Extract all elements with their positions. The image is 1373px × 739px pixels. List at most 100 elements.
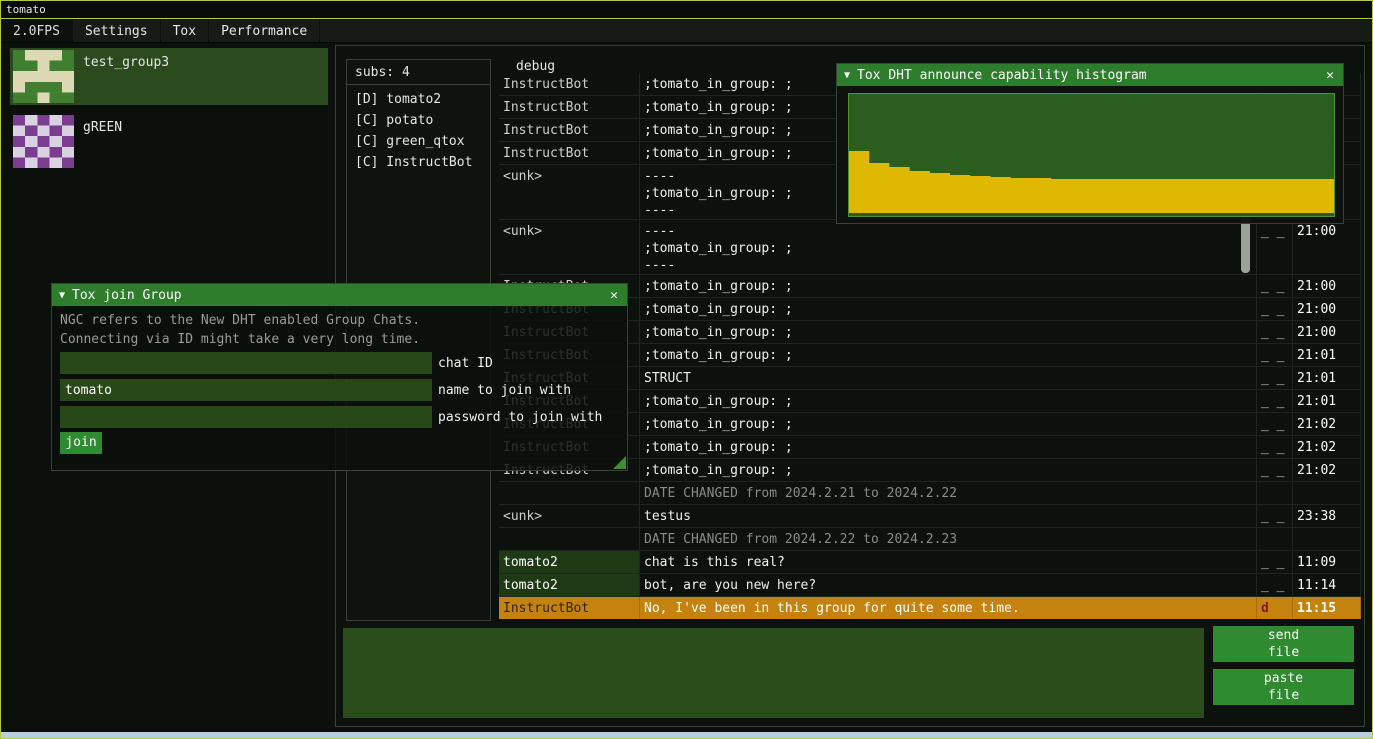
chat-message-row[interactable]: InstructBot;tomato_in_group: ;_ _21:00 [499,298,1361,321]
menu-tox[interactable]: Tox [161,20,209,42]
dht-histogram-plot [848,93,1335,217]
join-password-input[interactable] [60,406,432,428]
sidebar-group-green[interactable]: gREEN [10,113,328,170]
group-name: test_group3 [83,55,169,105]
chat-message-row[interactable]: InstructBot;tomato_in_group: ;_ _21:01 [499,390,1361,413]
chat-message-text: ;tomato_in_group: ; [640,459,1257,481]
chat-message-flags: _ _ [1257,220,1293,274]
chat-message-text: ;tomato_in_group: ; [640,275,1257,297]
chat-id-label: chat ID [438,356,493,371]
member-item[interactable]: [C] green_qtox [347,131,490,152]
member-item[interactable]: [C] InstructBot [347,152,490,173]
chat-message-row[interactable]: <unk>---- ;tomato_in_group: ; ----_ _21:… [499,220,1361,275]
app-window: tomato 2.0FPS Settings Tox Performance t… [0,0,1373,739]
chat-message-text: ;tomato_in_group: ; [640,344,1257,366]
window-title: tomato [6,3,46,16]
group-name: gREEN [83,120,122,170]
message-input[interactable] [343,628,1204,718]
chat-message-flags: _ _ [1257,436,1293,458]
chat-date-row[interactable]: DATE CHANGED from 2024.2.21 to 2024.2.22 [499,482,1361,505]
join-group-titlebar[interactable]: ▼ Tox join Group ✕ [52,284,627,306]
send-file-button[interactable]: send file [1213,626,1354,662]
chat-message-text: No, I've been in this group for quite so… [640,597,1257,619]
resize-grip[interactable] [613,456,626,469]
collapse-arrow-icon[interactable]: ▼ [844,70,850,81]
chat-message-time: 21:00 [1293,298,1361,320]
chat-sender-name: InstructBot [499,142,640,164]
collapse-arrow-icon[interactable]: ▼ [59,290,65,301]
chat-message-flags: _ _ [1257,413,1293,435]
chat-id-input[interactable] [60,352,432,374]
chat-message-flags: _ _ [1257,390,1293,412]
chat-message-flags: d [1257,597,1293,619]
menu-bar: 2.0FPS Settings Tox Performance [1,20,1372,43]
chat-sender-name: tomato2 [499,574,640,596]
chat-message-flags: _ _ [1257,551,1293,573]
paste-file-button[interactable]: paste file [1213,669,1354,705]
join-name-input[interactable] [60,379,432,401]
chat-message-flags: _ _ [1257,367,1293,389]
group-avatar-icon [13,115,74,168]
dht-histogram-title: Tox DHT announce capability histogram [857,68,1147,83]
chat-message-text: ;tomato_in_group: ; [640,298,1257,320]
chat-message-time: 21:01 [1293,390,1361,412]
chat-message-row[interactable]: InstructBot;tomato_in_group: ;_ _21:01 [499,344,1361,367]
fps-indicator: 2.0FPS [1,20,73,42]
chat-message-time [1293,528,1361,550]
chat-message-time [1293,482,1361,504]
chat-message-row[interactable]: InstructBot;tomato_in_group: ;_ _21:02 [499,413,1361,436]
chat-sender-name: tomato2 [499,551,640,573]
chat-message-time: 21:02 [1293,459,1361,481]
chat-sender-name: InstructBot [499,119,640,141]
histogram-area [849,151,1334,213]
chat-message-time: 21:00 [1293,275,1361,297]
chat-message-flags: _ _ [1257,275,1293,297]
chat-message-time: 21:00 [1293,321,1361,343]
menu-performance[interactable]: Performance [209,20,320,42]
chat-message-row[interactable]: tomato2chat is this real?_ _11:09 [499,551,1361,574]
close-icon[interactable]: ✕ [1324,68,1336,83]
sidebar-group-test_group3[interactable]: test_group3 [10,48,328,105]
chat-message-time: 21:02 [1293,413,1361,435]
chat-sender-name: <unk> [499,220,640,274]
chat-message-time: 21:01 [1293,367,1361,389]
member-item[interactable]: [C] potato [347,110,490,131]
chat-sender-name: <unk> [499,165,640,219]
join-name-label: name to join with [438,383,571,398]
chat-message-text: ;tomato_in_group: ; [640,436,1257,458]
close-icon[interactable]: ✕ [608,288,620,303]
chat-message-row[interactable]: InstructBot;tomato_in_group: ;_ _21:02 [499,459,1361,482]
chat-sender-name: <unk> [499,505,640,527]
chat-message-row[interactable]: InstructBot;tomato_in_group: ;_ _21:00 [499,275,1361,298]
chat-message-text: testus [640,505,1257,527]
chat-date-row[interactable]: DATE CHANGED from 2024.2.22 to 2024.2.23 [499,528,1361,551]
chat-message-text: DATE CHANGED from 2024.2.21 to 2024.2.22 [640,482,1257,504]
chat-message-text: DATE CHANGED from 2024.2.22 to 2024.2.23 [640,528,1257,550]
join-info-line: NGC refers to the New DHT enabled Group … [60,313,420,328]
chat-message-row[interactable]: tomato2bot, are you new here?_ _11:14 [499,574,1361,597]
member-item[interactable]: [D] tomato2 [347,89,490,110]
window-titlebar[interactable]: tomato [1,1,1372,19]
chat-message-text: ---- ;tomato_in_group: ; ---- [640,220,1257,274]
chat-message-row[interactable]: InstructBotSTRUCT_ _21:01 [499,367,1361,390]
join-button[interactable]: join [60,432,102,454]
menu-settings[interactable]: Settings [73,20,161,42]
chat-message-text: STRUCT [640,367,1257,389]
histogram-plot-svg [849,94,1334,216]
chat-message-row[interactable]: InstructBotNo, I've been in this group f… [499,597,1361,619]
dht-histogram-titlebar[interactable]: ▼ Tox DHT announce capability histogram … [837,64,1343,86]
chat-message-flags [1257,482,1293,504]
chat-message-row[interactable]: <unk>testus_ _23:38 [499,505,1361,528]
chat-message-row[interactable]: InstructBot;tomato_in_group: ;_ _21:02 [499,436,1361,459]
subs-count-label: subs: 4 [347,60,490,85]
chat-sender-name [499,528,640,550]
chat-tab-debug[interactable]: debug [516,59,555,74]
join-group-title: Tox join Group [72,288,182,303]
chat-message-text: ;tomato_in_group: ; [640,390,1257,412]
chat-message-time: 21:00 [1293,220,1361,274]
chat-message-flags: _ _ [1257,344,1293,366]
chat-message-row[interactable]: InstructBot;tomato_in_group: ;_ _21:00 [499,321,1361,344]
window-bottom-edge [1,732,1372,738]
chat-message-time: 11:14 [1293,574,1361,596]
join-info-line: Connecting via ID might take a very long… [60,332,420,347]
